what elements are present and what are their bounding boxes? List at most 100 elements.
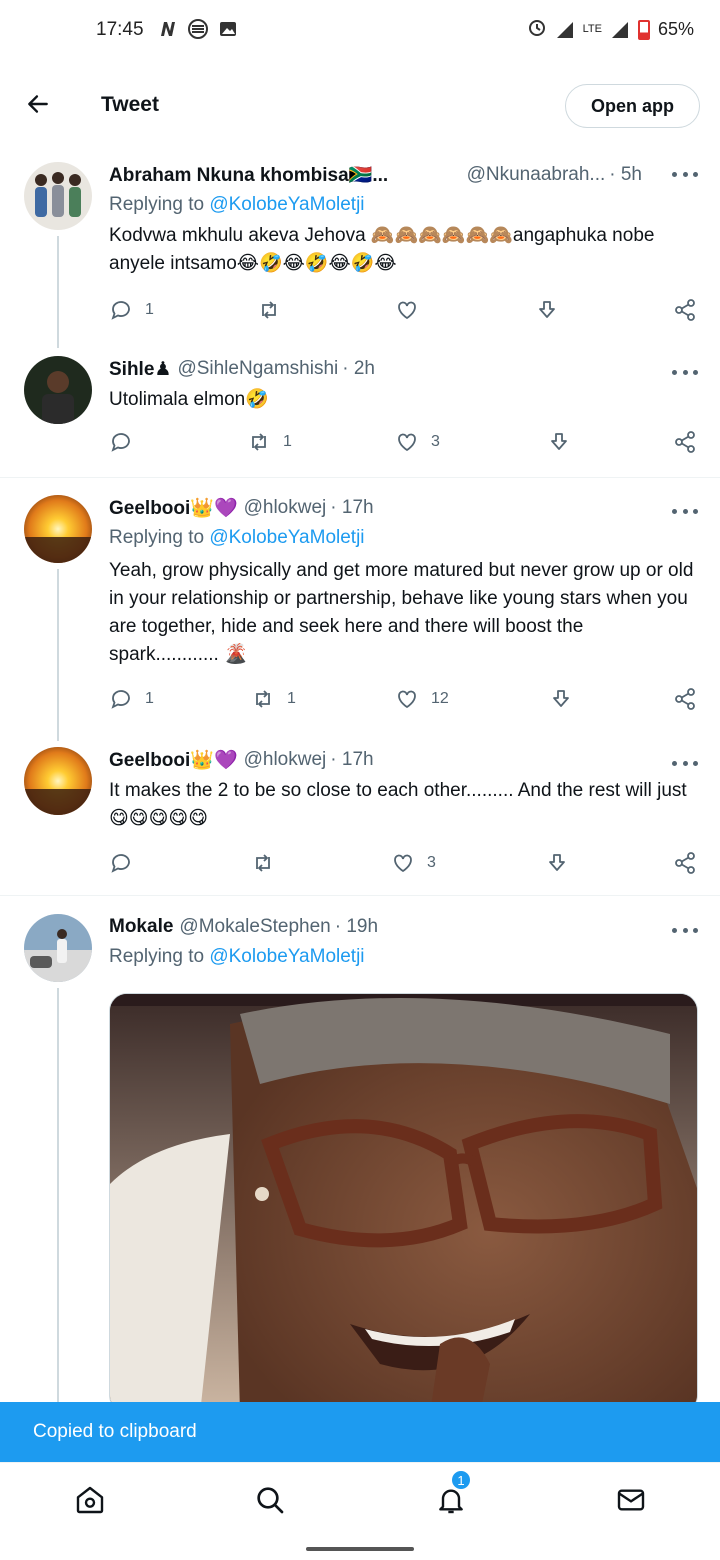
like-icon (398, 301, 416, 320)
divider (0, 477, 720, 478)
replying-mention-link[interactable]: @KolobeYaMoletji (209, 527, 364, 548)
signal-icon (555, 20, 575, 40)
alarm-icon (527, 17, 547, 42)
author-handle[interactable]: @Nkunaabrah... (467, 164, 606, 186)
author-handle[interactable]: @SihleNgamshishi (177, 358, 338, 380)
nav-search[interactable] (253, 1483, 287, 1517)
like-button[interactable]: 3 (391, 851, 436, 875)
tweet-time[interactable]: · 2h (342, 358, 375, 380)
author-name[interactable]: Geelbooi👑💜 (109, 748, 238, 772)
like-count: 3 (427, 854, 436, 871)
replying-mention-link[interactable]: @KolobeYaMoletji (209, 194, 364, 215)
open-app-button[interactable]: Open app (565, 84, 700, 128)
reply-icon (111, 690, 130, 709)
reply-icon (111, 433, 130, 452)
like-button[interactable] (395, 298, 431, 322)
status-notification-icons (158, 19, 238, 39)
nav-home[interactable] (73, 1483, 107, 1517)
gesture-bar[interactable] (306, 1547, 414, 1551)
thread-line (57, 988, 59, 1418)
reply-button[interactable] (109, 851, 145, 875)
avatar[interactable] (24, 162, 92, 230)
share-button[interactable] (673, 298, 697, 322)
download-icon (539, 301, 555, 318)
battery-percent: 65% (657, 19, 694, 39)
retweet-icon (262, 301, 276, 319)
tweet-reply[interactable]: Geelbooi👑💜 @hlokwej · 17h It makes the 2… (0, 747, 720, 887)
like-button[interactable]: 12 (395, 687, 449, 711)
nav-messages[interactable] (614, 1483, 648, 1517)
thread-line (57, 569, 59, 741)
author-handle[interactable]: @hlokwej (244, 497, 327, 519)
back-arrow-icon (28, 95, 48, 113)
reply-button[interactable]: 1 (109, 687, 154, 711)
tweet-media-image[interactable] (109, 993, 698, 1413)
page-title: Tweet (101, 93, 159, 116)
author-handle[interactable]: @hlokwej (244, 749, 327, 771)
share-button[interactable] (673, 851, 697, 875)
stack-app-icon (188, 19, 208, 39)
author-name[interactable]: Abraham Nkuna khombisa🇿🇦... (109, 163, 388, 187)
download-button[interactable] (547, 430, 571, 454)
tweet-time[interactable]: · 17h (330, 497, 373, 519)
tweet-reply[interactable]: Geelbooi👑💜 @hlokwej · 17h Replying to @K… (0, 495, 720, 741)
author-name[interactable]: Sihle♟ (109, 358, 171, 381)
reply-count: 1 (145, 301, 154, 318)
reply-button[interactable]: 1 (109, 298, 154, 322)
more-icon[interactable] (672, 505, 698, 517)
tweet-header: Abraham Nkuna khombisa🇿🇦... @Nkunaabrah.… (109, 162, 700, 188)
author-name[interactable]: Mokale (109, 916, 173, 938)
share-icon (675, 299, 695, 321)
retweet-icon (256, 690, 270, 708)
replying-label: Replying to (109, 527, 205, 548)
more-icon[interactable] (672, 366, 698, 378)
tweet-header: Mokale @MokaleStephen · 19h (109, 914, 700, 940)
like-icon (398, 433, 416, 452)
home-icon (76, 1486, 104, 1514)
author-name[interactable]: Geelbooi👑💜 (109, 496, 238, 520)
tweet-time[interactable]: · 17h (330, 749, 373, 771)
tweet-actions: 3 (109, 851, 700, 879)
reply-icon (111, 854, 130, 873)
share-button[interactable] (673, 430, 697, 454)
download-icon (549, 854, 565, 871)
back-button[interactable] (22, 88, 54, 120)
download-button[interactable] (535, 298, 559, 322)
tweet-time[interactable]: · 19h (335, 916, 378, 938)
tweet-reply[interactable]: Abraham Nkuna khombisa🇿🇦... @Nkunaabrah.… (0, 162, 720, 348)
more-icon[interactable] (672, 168, 698, 180)
replying-mention-link[interactable]: @KolobeYaMoletji (209, 946, 364, 967)
avatar[interactable] (24, 914, 92, 982)
battery-icon (637, 19, 650, 40)
download-button[interactable] (549, 687, 573, 711)
share-icon (675, 431, 695, 453)
retweet-button[interactable]: 1 (251, 687, 296, 711)
retweet-icon (256, 854, 270, 872)
reply-button[interactable] (109, 430, 145, 454)
like-icon (394, 854, 412, 873)
avatar[interactable] (24, 747, 92, 815)
author-handle[interactable]: @MokaleStephen (179, 916, 330, 938)
tweet-header: Geelbooi👑💜 @hlokwej · 17h (109, 747, 700, 773)
avatar[interactable] (24, 495, 92, 563)
retweet-button[interactable]: 1 (247, 430, 292, 454)
download-icon (553, 690, 569, 707)
retweet-button[interactable] (257, 298, 293, 322)
avatar[interactable] (24, 356, 92, 424)
retweet-count: 1 (287, 690, 296, 707)
tweet-text: Yeah, grow physically and get more matur… (109, 560, 694, 665)
tweet-actions: 1 1 12 (109, 687, 700, 715)
share-button[interactable] (673, 687, 697, 711)
more-icon[interactable] (672, 924, 698, 936)
like-count: 3 (431, 433, 440, 450)
bottom-nav: 1 (0, 1462, 720, 1538)
download-button[interactable] (545, 851, 569, 875)
like-button[interactable]: 3 (395, 430, 440, 454)
notification-badge: 1 (450, 1469, 472, 1491)
retweet-button[interactable] (251, 851, 287, 875)
more-icon[interactable] (672, 757, 698, 769)
tweet-time[interactable]: · 5h (609, 164, 642, 186)
tweet-header: Geelbooi👑💜 @hlokwej · 17h (109, 495, 700, 521)
nav-notifications[interactable]: 1 (434, 1469, 472, 1517)
tweet-reply[interactable]: Sihle♟ @SihleNgamshishi · 2h Utolimala e… (0, 356, 720, 476)
